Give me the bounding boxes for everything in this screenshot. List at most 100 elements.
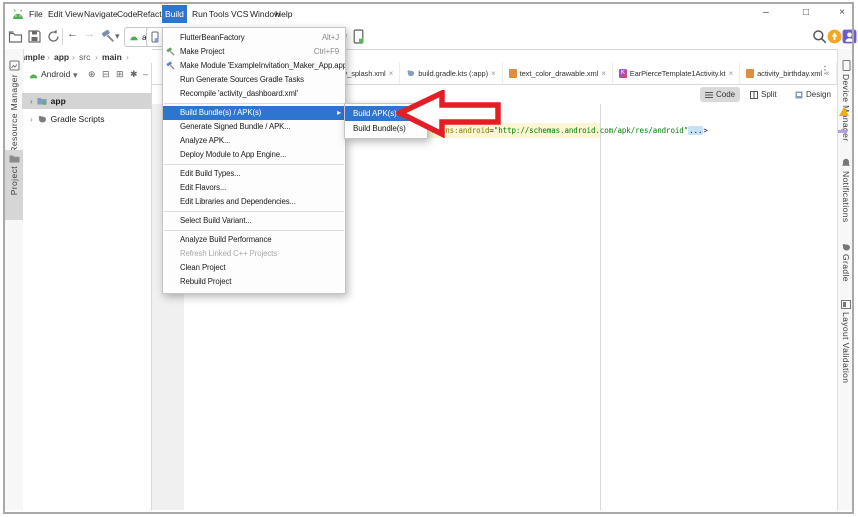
view-mode-label: Split xyxy=(761,90,777,99)
expand-all-icon[interactable]: ⊞ xyxy=(116,69,124,80)
tool-window-gradle[interactable]: Gradle xyxy=(837,243,855,282)
update-notification-icon[interactable] xyxy=(827,29,842,44)
kotlin-file-icon: K xyxy=(618,68,627,78)
menu-item-make-module[interactable]: Make Module 'ExampleInvitation_Maker_App… xyxy=(163,59,345,73)
save-icon[interactable] xyxy=(27,29,42,44)
gradle-icon xyxy=(842,243,850,251)
resource-manager-label: Resource Manager xyxy=(9,74,19,153)
view-mode-design[interactable]: Design xyxy=(790,87,836,102)
window-maximize-button[interactable]: □ xyxy=(798,5,814,21)
right-margin-guide xyxy=(600,104,601,510)
window-close-button[interactable]: × xyxy=(834,5,850,21)
sync-icon[interactable] xyxy=(46,29,61,44)
menu-shortcut: Alt+J xyxy=(321,33,339,42)
code-tag-end: > xyxy=(703,126,708,135)
menu-help[interactable]: Help xyxy=(272,5,295,23)
tree-label-app: app xyxy=(50,96,66,106)
build-dropdown-menu: FlutterBeanFactory Alt+J Make Project Ctrl… xyxy=(162,27,346,294)
menu-item-make-project[interactable]: Make Project Ctrl+F9 xyxy=(163,45,345,59)
tab-close-icon[interactable]: × xyxy=(729,69,734,78)
tab-label: text_color_drawable.xml xyxy=(519,68,599,78)
android-view-icon xyxy=(29,74,38,79)
breadcrumb-separator: › xyxy=(126,52,129,62)
tree-chevron-icon[interactable]: › xyxy=(30,97,33,106)
breadcrumb-main[interactable]: main xyxy=(102,51,122,63)
tab-text-color-drawable[interactable]: text_color_drawable.xml × xyxy=(503,62,613,84)
collapse-all-icon[interactable]: ⊟ xyxy=(102,69,110,80)
menu-item-generate-signed-bundle[interactable]: Generate Signed Bundle / APK... xyxy=(163,120,345,134)
menu-item-edit-flavors[interactable]: Edit Flavors... xyxy=(163,181,345,195)
tree-row-app[interactable]: › app xyxy=(22,93,151,109)
view-mode-code[interactable]: Code xyxy=(700,87,741,102)
device-manager-toolbar-icon[interactable] xyxy=(351,29,366,44)
tree-row-gradle-scripts[interactable]: › Gradle Scripts xyxy=(22,111,151,127)
menu-item-refresh-linked-cpp: Refresh Linked C++ Projects xyxy=(163,247,345,261)
window-minimize-button[interactable]: – xyxy=(758,5,774,21)
device-manager-icon xyxy=(842,60,850,71)
menu-item-edit-build-types[interactable]: Edit Build Types... xyxy=(163,167,345,181)
menu-item-deploy-module[interactable]: Deploy Module to App Engine... xyxy=(163,148,345,162)
project-view-selector[interactable]: Android xyxy=(41,69,70,79)
menu-item-label: Recompile 'activity_dashboard.xml' xyxy=(180,89,298,98)
menu-item-build-bundles-apks[interactable]: Build Bundle(s) / APK(s) ▸ xyxy=(163,106,345,120)
breadcrumb-src[interactable]: src xyxy=(79,51,90,63)
menu-separator xyxy=(164,164,344,165)
tool-window-notifications[interactable]: Notifications xyxy=(837,158,855,223)
locate-file-icon[interactable]: ⊕ xyxy=(88,69,96,80)
breadcrumb-separator: › xyxy=(95,52,98,62)
hammer-dropdown-arrow-icon[interactable]: ▾ xyxy=(115,31,120,42)
menu-item-run-generate-sources[interactable]: Run Generate Sources Gradle Tasks xyxy=(163,73,345,87)
view-mode-split[interactable]: Split xyxy=(745,87,782,102)
tool-window-resource-manager[interactable]: Resource Manager xyxy=(5,60,23,153)
panel-settings-gear-icon[interactable]: ✱ xyxy=(130,69,138,80)
menu-item-edit-libraries[interactable]: Edit Libraries and Dependencies... xyxy=(163,195,345,209)
menu-build[interactable]: Build xyxy=(162,5,187,23)
menu-item-analyze-apk[interactable]: Analyze APK... xyxy=(163,134,345,148)
forward-arrow-icon[interactable]: → xyxy=(84,28,95,40)
tab-close-icon[interactable]: × xyxy=(491,69,496,78)
project-label: Project xyxy=(9,166,19,196)
back-arrow-icon[interactable]: ← xyxy=(67,28,78,40)
menu-item-analyze-build-performance[interactable]: Analyze Build Performance xyxy=(163,233,345,247)
tool-window-project[interactable]: Project xyxy=(5,150,23,220)
inspection-warning-icon[interactable] xyxy=(839,107,849,116)
menu-shortcut: Ctrl+F9 xyxy=(313,47,339,56)
gradle-scripts-icon xyxy=(38,115,46,123)
breadcrumb-separator: › xyxy=(47,52,50,62)
tab-earpierce-activity[interactable]: K EarPierceTemplate1Activity.kt × xyxy=(613,62,741,84)
code-string-value: "http://schemas.android.com/apk/res/andr… xyxy=(493,126,689,135)
submenu-arrow-icon: ▸ xyxy=(337,108,341,117)
search-everywhere-icon[interactable] xyxy=(812,29,827,44)
menu-item-label: Clean Project xyxy=(180,263,226,272)
device-phone-icon xyxy=(151,31,159,43)
code-folded-region[interactable]: ... xyxy=(688,126,704,135)
red-annotation-arrow xyxy=(396,90,501,138)
menu-item-label: Edit Build Types... xyxy=(180,169,241,178)
menu-item-select-build-variant[interactable]: Select Build Variant... xyxy=(163,214,345,228)
tab-close-icon[interactable]: × xyxy=(601,69,606,78)
menu-item-rebuild-project[interactable]: Rebuild Project xyxy=(163,275,345,289)
tool-window-layout-validation[interactable]: Layout Validation xyxy=(837,300,855,383)
project-view-dropdown-arrow-icon[interactable]: ▾ xyxy=(73,70,78,81)
menu-file[interactable]: File xyxy=(26,5,46,23)
android-xml-file-icon xyxy=(508,68,517,78)
tab-close-icon[interactable]: × xyxy=(389,69,394,78)
menu-item-label: Edit Libraries and Dependencies... xyxy=(180,197,296,206)
menu-item-clean-project[interactable]: Clean Project xyxy=(163,261,345,275)
android-xml-file-icon xyxy=(746,68,755,78)
view-mode-label: Design xyxy=(806,90,831,99)
hide-panel-icon[interactable]: – xyxy=(143,69,148,79)
view-mode-label: Code xyxy=(716,90,736,99)
user-avatar-icon[interactable] xyxy=(842,29,857,44)
build-hammer-icon[interactable] xyxy=(101,29,116,44)
tab-build-gradle[interactable]: build.gradle.kts (:app) × xyxy=(400,62,503,84)
menu-item-flutterbeanfactory[interactable]: FlutterBeanFactory Alt+J xyxy=(163,31,345,45)
project-folder-icon xyxy=(9,155,19,163)
notifications-bell-icon xyxy=(842,158,850,166)
tab-overflow-menu-icon[interactable]: ⋮ xyxy=(820,65,830,76)
breadcrumb-app[interactable]: app xyxy=(54,51,69,63)
open-folder-icon[interactable] xyxy=(8,29,23,44)
menu-item-label: Make Module 'ExampleInvitation_Maker_App… xyxy=(180,61,345,70)
tree-chevron-icon[interactable]: › xyxy=(30,115,33,124)
menu-item-recompile[interactable]: Recompile 'activity_dashboard.xml' xyxy=(163,87,345,101)
